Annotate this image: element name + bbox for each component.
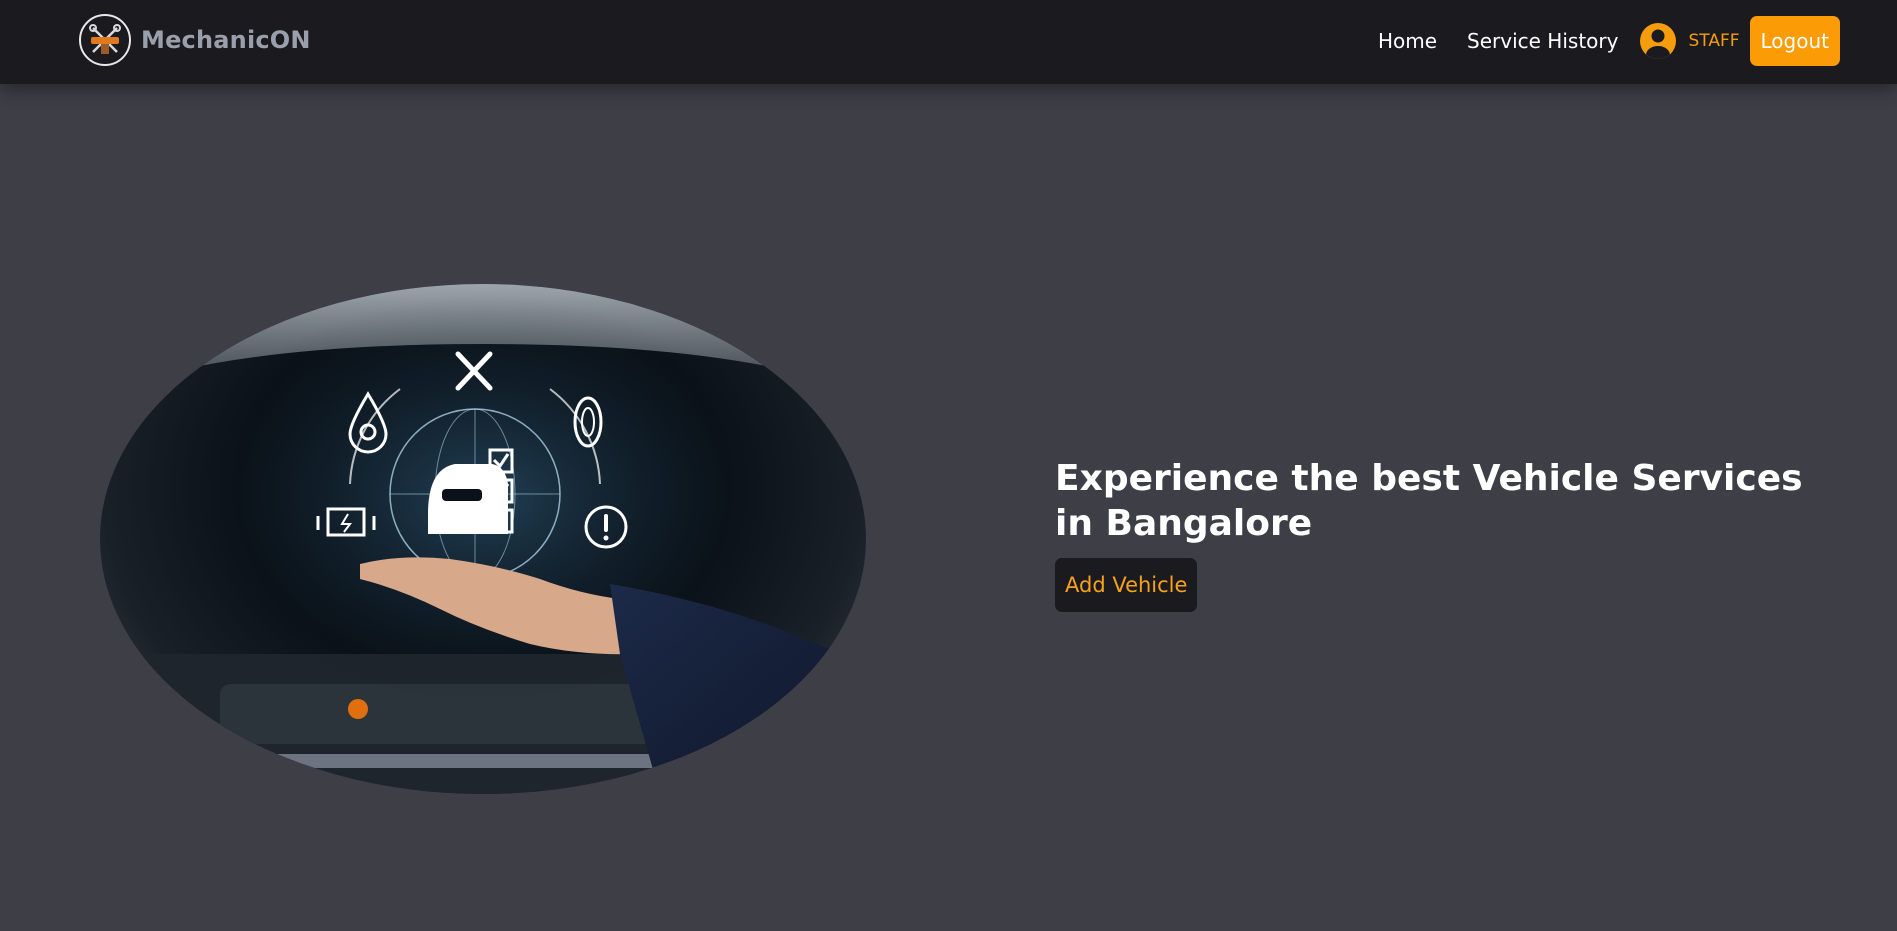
mechanic-badge-icon — [79, 14, 131, 66]
hero-image — [100, 284, 866, 794]
nav-service-history-link[interactable]: Service History — [1467, 29, 1618, 53]
hero-heading: Experience the best Vehicle Services in … — [1055, 458, 1803, 544]
brand-link[interactable]: MechanicON — [79, 14, 311, 66]
user-circle-icon — [1640, 23, 1677, 59]
top-navbar: MechanicON Home Service History STAFF Lo… — [0, 0, 1897, 84]
add-vehicle-button[interactable]: Add Vehicle — [1055, 558, 1198, 612]
nav-menu: Home Service History STAFF Logout — [1378, 16, 1840, 66]
brand-name: MechanicON — [141, 26, 311, 54]
hero-text: Experience the best Vehicle Services in … — [1055, 456, 1835, 612]
user-menu[interactable]: STAFF — [1640, 23, 1740, 59]
logout-button[interactable]: Logout — [1749, 16, 1840, 66]
nav-home-link[interactable]: Home — [1378, 29, 1437, 53]
user-role-label: STAFF — [1688, 31, 1740, 51]
